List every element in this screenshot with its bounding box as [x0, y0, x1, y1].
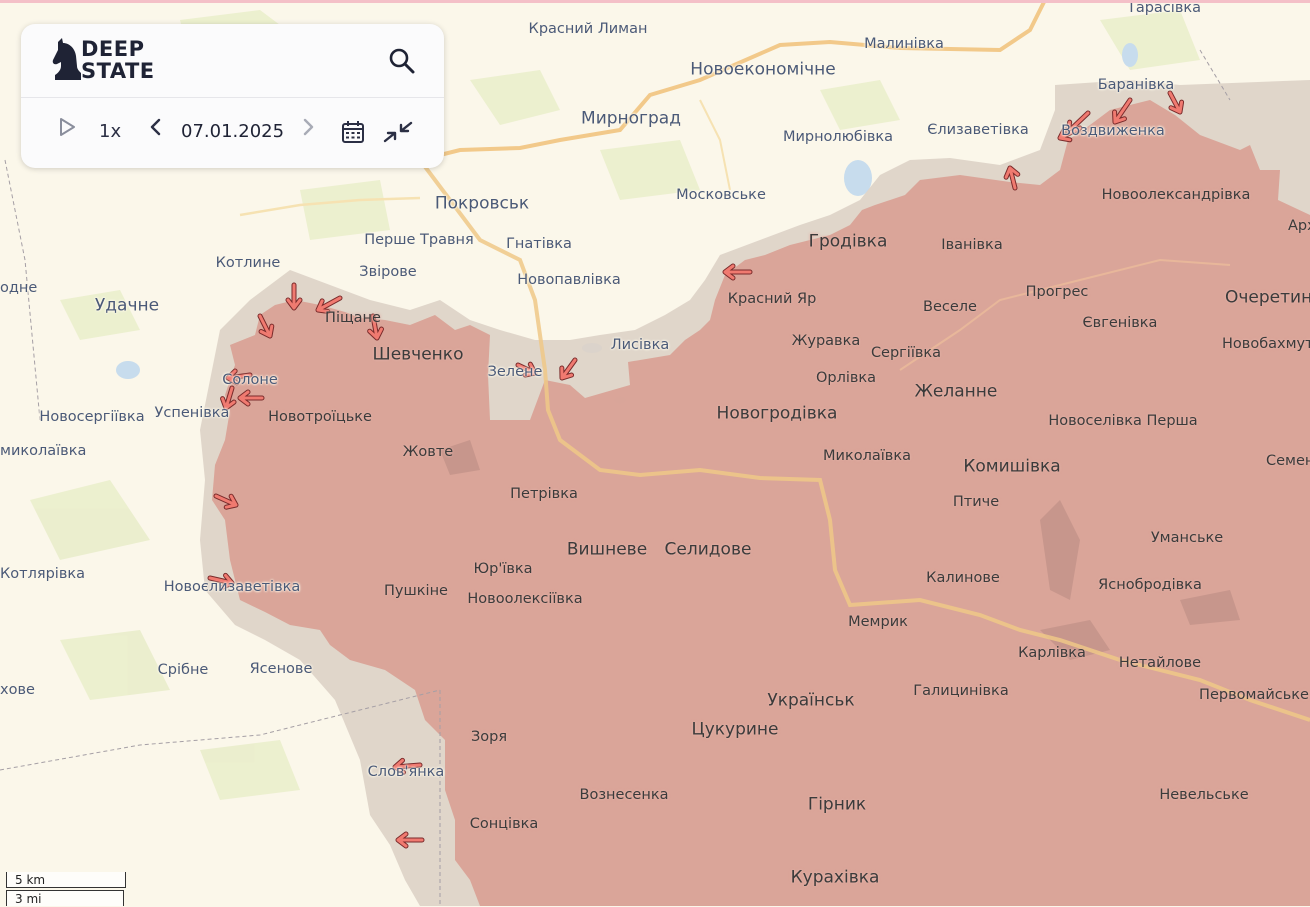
place-label[interactable]: Гродівка	[809, 233, 888, 251]
panel-header: DEEP STATE	[21, 24, 444, 97]
compress-arrows-icon[interactable]	[383, 119, 413, 145]
place-label[interactable]: Шевченко	[373, 346, 464, 364]
place-label[interactable]: Новоселівка Перша	[1048, 414, 1197, 429]
place-label[interactable]: хове	[0, 683, 35, 698]
place-label[interactable]: одне	[0, 281, 37, 296]
place-label[interactable]: Українськ	[767, 692, 854, 710]
place-label[interactable]: Веселе	[923, 300, 977, 315]
brand-line-2: STATE	[81, 59, 155, 83]
place-label[interactable]: Звірове	[359, 265, 416, 280]
place-label[interactable]: Вишневе	[567, 541, 647, 559]
place-label[interactable]: Орлівка	[816, 371, 876, 386]
place-label[interactable]: Срібне	[158, 663, 209, 678]
brand-line-1: DEEP	[81, 37, 145, 61]
speed-button[interactable]: 1x	[99, 121, 121, 142]
place-label[interactable]: Новоолександрівка	[1102, 188, 1251, 203]
place-label[interactable]: Малинівка	[864, 37, 944, 52]
play-icon[interactable]	[57, 116, 77, 138]
place-label[interactable]: Котлине	[216, 256, 281, 271]
place-label[interactable]: Зоря	[471, 730, 507, 745]
place-label[interactable]: Новотроїцьке	[268, 410, 372, 425]
place-label[interactable]: Гірник	[808, 796, 866, 814]
place-label[interactable]: Перше Травня	[364, 233, 474, 248]
place-label[interactable]: Нетайлове	[1119, 656, 1201, 671]
date-display[interactable]: 07.01.2025	[181, 121, 284, 142]
place-label[interactable]: Желанне	[915, 383, 998, 401]
place-label[interactable]: Лисівка	[611, 338, 670, 353]
place-label[interactable]: Сонцівка	[470, 817, 539, 832]
place-label[interactable]: Новопавлівка	[517, 273, 621, 288]
place-label[interactable]: Іванівка	[941, 238, 1002, 253]
place-label[interactable]: Євгенівка	[1083, 316, 1158, 331]
brand-name: DEEP STATE	[81, 38, 155, 82]
place-label[interactable]: Карлівка	[1018, 646, 1086, 661]
calendar-icon[interactable]	[341, 120, 365, 144]
place-label[interactable]: Гнатівка	[506, 237, 572, 252]
place-label[interactable]: Новоекономічне	[690, 61, 835, 79]
place-label[interactable]: Новогродівка	[717, 405, 838, 423]
place-label[interactable]: Юр'ївка	[473, 562, 532, 577]
place-label[interactable]: Солоне	[222, 373, 278, 388]
scale-mi: 3 mi	[6, 890, 124, 906]
chevron-right-icon[interactable]	[299, 116, 317, 138]
place-label[interactable]: Невельське	[1159, 788, 1248, 803]
place-label[interactable]: Журавка	[792, 334, 860, 349]
place-label[interactable]: Єлизаветівка	[927, 123, 1029, 138]
place-label[interactable]: Цукурине	[691, 721, 778, 739]
place-label[interactable]: Котлярівка	[0, 567, 85, 582]
place-label[interactable]: Успенівка	[155, 406, 230, 421]
place-label[interactable]: Мирноград	[581, 110, 681, 128]
place-label[interactable]: Пушкіне	[384, 584, 448, 599]
place-label[interactable]: Новобахмут	[1222, 337, 1310, 352]
place-label[interactable]: Баранівка	[1098, 78, 1175, 93]
place-label[interactable]: Комишівка	[963, 458, 1060, 476]
top-border	[0, 0, 1310, 3]
deepstate-knight-logo[interactable]	[49, 36, 83, 84]
place-label[interactable]: Уманське	[1151, 531, 1223, 546]
place-label[interactable]: Московське	[676, 188, 766, 203]
place-label[interactable]: Ясенове	[250, 662, 313, 677]
place-label[interactable]: Миколаївка	[823, 449, 911, 464]
place-label[interactable]: Зелене	[488, 365, 543, 380]
scale-km: 5 km	[6, 872, 126, 888]
panel-divider	[21, 97, 444, 98]
place-label[interactable]: Вознесенка	[580, 788, 669, 803]
control-panel: DEEP STATE 1x 07.01.2025	[21, 24, 444, 168]
place-label[interactable]: Мирнолюбівка	[783, 130, 893, 145]
chevron-left-icon[interactable]	[147, 116, 165, 138]
place-label[interactable]: Красний Лиман	[529, 22, 648, 37]
place-label[interactable]: Птиче	[953, 495, 999, 510]
search-icon[interactable]	[387, 46, 417, 76]
place-label[interactable]: Покровськ	[435, 195, 529, 213]
place-label[interactable]: Селидове	[665, 541, 752, 559]
place-label[interactable]: Первомайське	[1199, 688, 1309, 703]
place-label[interactable]: Удачне	[95, 297, 159, 315]
place-label[interactable]: Новосергіївка	[39, 410, 144, 425]
place-label[interactable]: Очеретин	[1225, 289, 1310, 307]
place-label[interactable]: Галицинівка	[913, 684, 1008, 699]
place-label[interactable]: Архан	[1288, 219, 1310, 234]
place-label[interactable]: Новоєлизаветівка	[164, 580, 301, 595]
place-label[interactable]: Піщане	[325, 311, 381, 326]
place-label[interactable]: Семен	[1266, 454, 1310, 469]
place-label[interactable]: Петрівка	[510, 487, 578, 502]
place-label[interactable]: миколаївка	[0, 444, 86, 459]
place-label[interactable]: Прогрес	[1026, 285, 1089, 300]
place-label[interactable]: Сергіївка	[871, 346, 941, 361]
place-label[interactable]: Красний Яр	[728, 292, 817, 307]
place-label[interactable]: Воздвиженка	[1061, 124, 1165, 139]
place-label[interactable]: Мемрик	[848, 615, 908, 630]
place-label[interactable]: Жовте	[403, 445, 453, 460]
place-label[interactable]: Калинове	[926, 571, 1000, 586]
place-label[interactable]: Новоолексіївка	[467, 592, 582, 607]
place-label[interactable]: Слов'янка	[368, 765, 445, 780]
place-label[interactable]: Курахівка	[791, 869, 880, 887]
place-label[interactable]: Яснобродівка	[1098, 578, 1202, 593]
